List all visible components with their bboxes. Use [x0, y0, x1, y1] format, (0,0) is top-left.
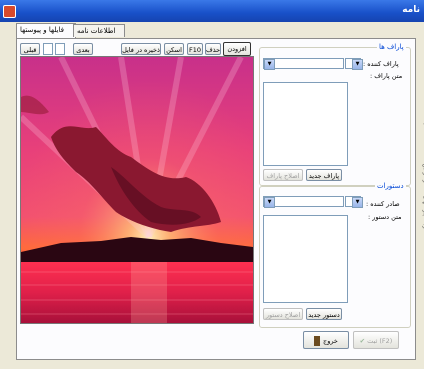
orders-text-area[interactable]	[263, 215, 348, 303]
scan-button[interactable]: اسکن	[164, 43, 184, 55]
tab-letter-info[interactable]: اطلاعات نامه	[73, 24, 125, 37]
combo-arrow-icon[interactable]: ▼	[352, 59, 363, 70]
ok-label: ثبت (F2)	[367, 337, 393, 345]
new-order-button[interactable]: دستور جدید	[306, 308, 342, 320]
orders-author-code[interactable]: ▼	[345, 196, 363, 208]
ok-button: ✔ ثبت (F2)	[353, 331, 399, 349]
exit-label: خروج	[323, 337, 338, 345]
notes-author-label: پاراف کننده :	[363, 60, 399, 68]
edit-order-button: اصلاح دستور	[263, 308, 303, 320]
orders-text-label: متن دستور :	[368, 213, 402, 221]
orders-title: دستورات	[375, 182, 406, 190]
tab-attachments[interactable]: فایلها و پیوستها	[16, 23, 76, 38]
new-note-button[interactable]: پاراف جدید	[306, 169, 342, 181]
side-hint-text: توجه: پیوستهای نامه را از این قسمت اضافه…	[422, 120, 424, 230]
page-field-1[interactable]	[43, 43, 53, 55]
attachment-image	[20, 56, 254, 324]
combo-arrow-icon[interactable]: ▼	[352, 197, 363, 208]
sunset-photo	[21, 57, 253, 323]
combo-arrow-icon[interactable]: ▼	[264, 197, 275, 208]
orders-author-label: صادر کننده :	[366, 200, 400, 208]
notes-text-area[interactable]	[263, 82, 348, 166]
next-button[interactable]: بعدی	[73, 43, 93, 55]
exit-button[interactable]: خروج	[303, 331, 349, 349]
notes-author-code[interactable]: ▼	[345, 58, 363, 70]
page-field-2[interactable]	[55, 43, 65, 55]
save-to-file-button[interactable]: ذخیره در فایل	[121, 43, 161, 55]
exit-door-icon	[314, 336, 321, 346]
delete-button[interactable]: حذف	[205, 43, 221, 55]
combo-arrow-icon[interactable]: ▼	[264, 59, 275, 70]
notes-text-label: متن پاراف :	[370, 72, 403, 80]
add-button[interactable]: افزودن	[223, 42, 251, 56]
check-icon: ✔	[359, 337, 366, 345]
prev-button[interactable]: قبلی	[20, 43, 40, 55]
app-icon	[3, 5, 16, 18]
title-bar[interactable]: نامه	[0, 0, 424, 22]
window-title: نامه	[402, 5, 420, 15]
notes-title: پاراف ها	[377, 43, 406, 51]
edit-note-button: اصلاح پاراف	[263, 169, 303, 181]
orders-author-combo[interactable]: ▼	[263, 196, 344, 208]
app-window: نامه فایلها و پیوستها اطلاعات نامه قبلی …	[0, 0, 424, 369]
notes-author-combo[interactable]: ▼	[263, 58, 344, 70]
f10-button[interactable]: F10	[187, 43, 203, 55]
